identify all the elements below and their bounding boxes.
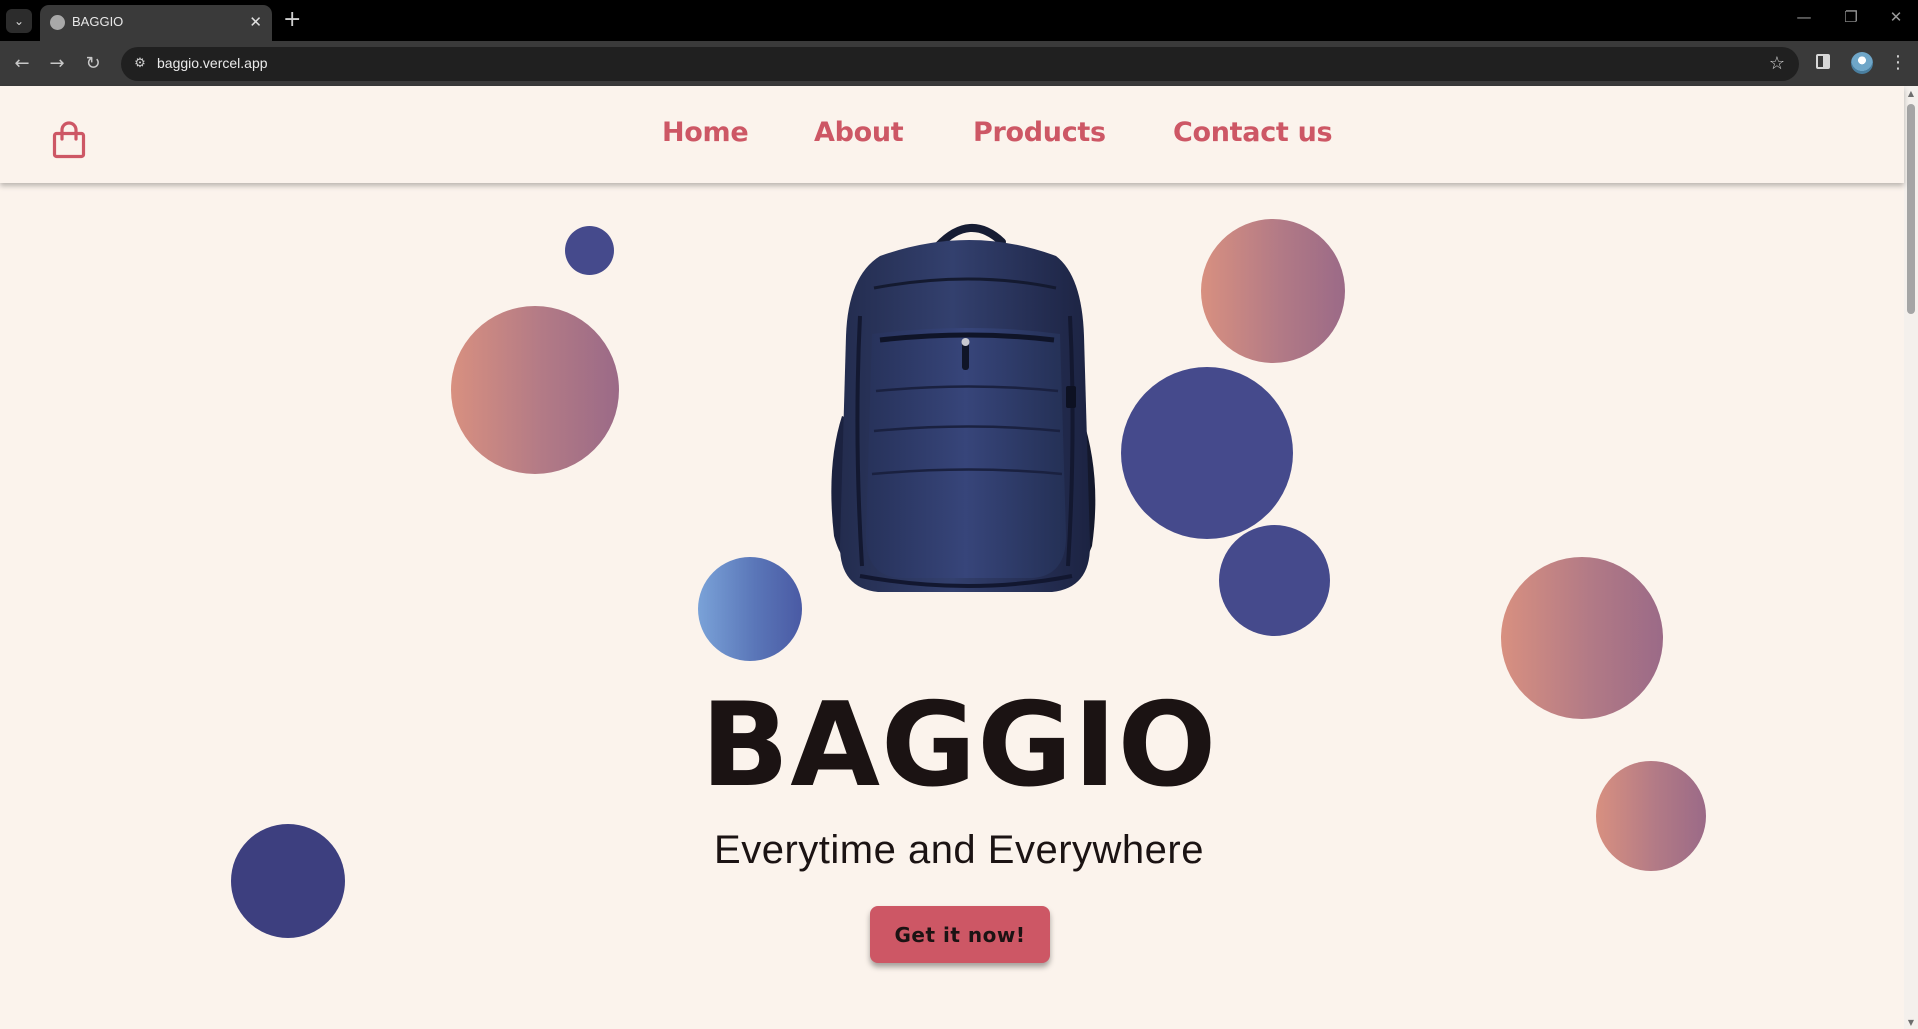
site-header: Home About Products Contact us	[0, 86, 1904, 183]
hero-title: BAGGIO	[700, 678, 1218, 813]
nav-contact-us[interactable]: Contact us	[1173, 117, 1333, 148]
arrow-right-icon[interactable]: →	[45, 52, 69, 76]
restore-icon[interactable]: ❐	[1836, 8, 1866, 26]
new-tab-icon[interactable]: +	[283, 8, 301, 32]
decorative-bubble	[1201, 219, 1345, 363]
avatar[interactable]	[1851, 52, 1873, 74]
close-icon[interactable]: ✕	[249, 12, 262, 32]
browser-tab[interactable]: BAGGIO ✕	[40, 5, 272, 41]
decorative-bubble	[698, 557, 802, 661]
arrow-left-icon[interactable]: ←	[10, 52, 34, 76]
browser-tab-bar: ⌄ BAGGIO ✕ + — ❐ ✕	[0, 0, 1918, 41]
more-vert-icon[interactable]: ⋮	[1889, 51, 1907, 75]
backpack-image	[831, 224, 1096, 592]
nav-home[interactable]: Home	[662, 117, 749, 148]
star-icon[interactable]: ☆	[1769, 52, 1785, 76]
scroll-thumb[interactable]	[1907, 104, 1915, 314]
window-close-icon[interactable]: ✕	[1881, 8, 1911, 26]
scroll-down-icon[interactable]: ▼	[1906, 1018, 1916, 1027]
chevron-down-icon[interactable]: ⌄	[6, 9, 32, 33]
side-panel-icon[interactable]	[1816, 54, 1830, 69]
decorative-bubble	[451, 306, 619, 474]
tab-title: BAGGIO	[72, 14, 124, 29]
reload-icon[interactable]: ↻	[81, 52, 105, 76]
url-text[interactable]: baggio.vercel.app	[157, 55, 268, 71]
decorative-bubble	[1121, 367, 1293, 539]
nav-about[interactable]: About	[814, 117, 904, 148]
browser-toolbar: ← → ↻ ⚙ baggio.vercel.app ☆ ⋮	[0, 41, 1918, 86]
tune-icon[interactable]: ⚙	[130, 54, 150, 74]
address-bar[interactable]: ⚙ baggio.vercel.app ☆	[121, 47, 1799, 81]
hero-subtitle: Everytime and Everywhere	[714, 828, 1204, 872]
minimize-icon[interactable]: —	[1789, 8, 1819, 26]
shopping-bag-icon[interactable]	[52, 121, 86, 159]
globe-icon	[50, 15, 65, 30]
nav-products[interactable]: Products	[973, 117, 1106, 148]
get-it-now-button[interactable]: Get it now!	[870, 906, 1050, 963]
page-scrollbar[interactable]: ▲ ▼	[1904, 86, 1918, 1029]
decorative-bubble	[565, 226, 614, 275]
scroll-up-icon[interactable]: ▲	[1906, 89, 1916, 98]
decorative-bubble	[1219, 525, 1330, 636]
